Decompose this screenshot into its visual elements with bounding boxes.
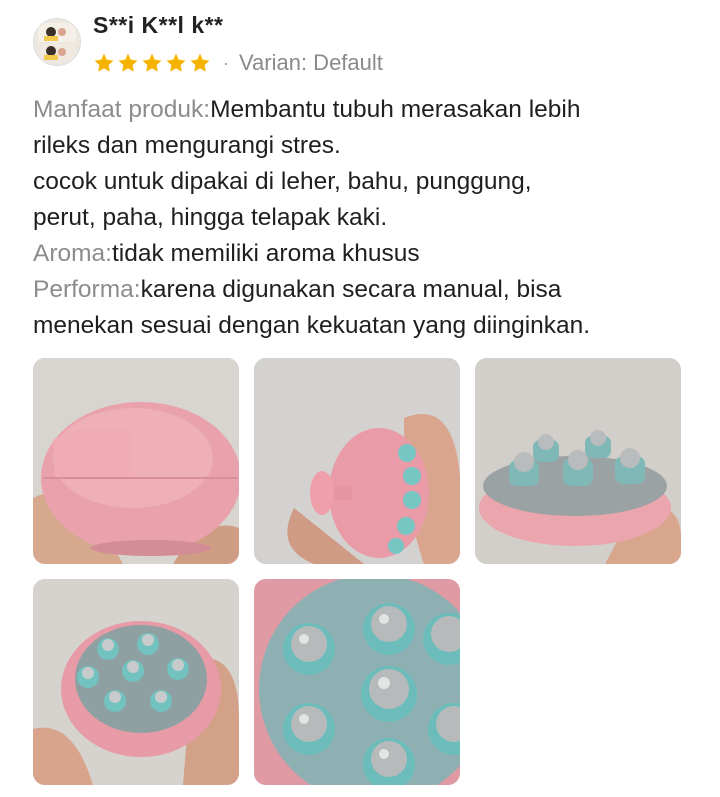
review-line: perut, paha, hingga telapak kaki. — [33, 204, 388, 231]
review-header: S**i K**l k** · Varian: Default — [33, 12, 693, 76]
review-line: cocok untuk dipakai di leher, bahu, pung… — [33, 168, 532, 195]
review-photo-2[interactable] — [254, 358, 460, 564]
rating-row: · Varian: Default — [93, 50, 383, 76]
review-text: Manfaat produk:Membantu tubuh merasakan … — [33, 92, 693, 344]
review-line: rileks dan mengurangi stres. — [33, 132, 341, 159]
review-photo-3[interactable] — [475, 358, 681, 564]
section-label: Manfaat produk: — [33, 96, 211, 123]
review-line: menekan sesuai dengan kekuatan yang diin… — [33, 312, 591, 339]
star-icon — [94, 53, 114, 72]
separator-dot: · — [223, 52, 229, 73]
section-text: Membantu tubuh merasakan lebih — [210, 96, 581, 123]
username: S**i K**l k** — [93, 12, 224, 38]
section-label: Performa: — [33, 276, 141, 303]
review-photo-4[interactable] — [33, 579, 239, 785]
star-icon — [190, 53, 210, 72]
star-icon — [142, 53, 162, 72]
review-photo-5[interactable] — [254, 579, 460, 785]
section-label: Aroma: — [33, 240, 112, 267]
section-text: tidak memiliki aroma khusus — [111, 240, 420, 267]
review-line: Aroma:tidak memiliki aroma khusus — [33, 236, 693, 272]
star-icon — [166, 53, 186, 72]
avatar[interactable] — [33, 18, 81, 66]
section-text: karena digunakan secara manual, bisa — [140, 276, 562, 303]
review-line: Performa:karena digunakan secara manual,… — [33, 272, 693, 308]
review-photo-1[interactable] — [33, 358, 239, 564]
review-line: Manfaat produk:Membantu tubuh merasakan … — [33, 92, 693, 128]
star-rating — [93, 52, 211, 74]
star-icon — [118, 53, 138, 72]
variant-label: Varian: Default — [239, 50, 383, 75]
